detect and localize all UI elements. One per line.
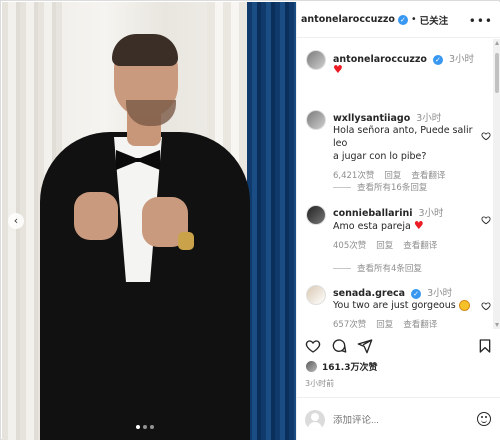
post-sidebar: antonelaroccuzzo ✓ • 已关注 ••• antonelaroc… — [296, 2, 500, 440]
like-heart-icon[interactable] — [481, 215, 491, 225]
verified-icon: ✓ — [397, 14, 408, 25]
caption-avatar[interactable] — [306, 50, 326, 70]
comment-text: Amo esta pareja — [333, 221, 411, 232]
liker-avatar — [305, 360, 318, 373]
comment-text: You two are just gorgeous — [333, 300, 456, 311]
comments-scrollbar[interactable] — [493, 39, 500, 329]
caption-line: antonelaroccuzzo ✓ 3小时 — [333, 51, 474, 65]
heart-eyes-emoji-icon — [458, 300, 470, 311]
caption-username[interactable]: antonelaroccuzzo — [333, 54, 427, 65]
post-header: antonelaroccuzzo ✓ • 已关注 ••• — [297, 2, 500, 38]
comment-likes[interactable]: 405次赞 — [333, 239, 366, 251]
comment-username[interactable]: senada.greca — [333, 288, 405, 299]
comment-text: Hola señora anto, Puede salir leo — [333, 125, 473, 149]
comment-item: wxllysantiiago 3小时 Hola señora anto, Pue… — [333, 110, 483, 181]
view-replies-button[interactable]: 查看所有4条回复 — [333, 262, 422, 274]
bookmark-icon[interactable] — [477, 338, 493, 354]
comment-username[interactable]: wxllysantiiago — [333, 113, 410, 124]
comment-avatar[interactable] — [306, 285, 326, 305]
like-heart-icon[interactable] — [481, 131, 491, 141]
share-icon[interactable] — [357, 338, 373, 354]
post-photo[interactable]: ‹ — [2, 2, 296, 440]
verified-icon: ✓ — [432, 54, 443, 65]
comment-icon[interactable] — [331, 338, 347, 354]
comments-list[interactable]: antonelaroccuzzo ✓ 3小时 ♥ wxllysantiiago … — [297, 39, 493, 329]
replies-divider — [333, 186, 351, 188]
caption-text: ♥ — [333, 63, 343, 76]
comment-username[interactable]: connieballarini — [333, 208, 412, 219]
comment-time: 3小时 — [427, 288, 453, 299]
comment-meta: 657次赞 回复 查看翻译 — [333, 318, 483, 329]
view-replies-button[interactable]: 查看所有16条回复 — [333, 181, 427, 193]
view-replies-label: 查看所有16条回复 — [357, 183, 428, 193]
comment-avatar[interactable] — [306, 205, 326, 225]
comment-text-row: You two are just gorgeous — [333, 299, 483, 312]
reply-button[interactable]: 回复 — [376, 239, 393, 251]
comment-likes[interactable]: 657次赞 — [333, 318, 366, 329]
scrollbar-thumb[interactable] — [495, 53, 499, 93]
left-hand — [74, 192, 118, 240]
add-comment-row — [297, 397, 500, 440]
action-bar — [297, 332, 500, 362]
header-separator: • — [410, 14, 417, 25]
comment-likes[interactable]: 6,421次赞 — [333, 169, 374, 181]
view-replies-label: 查看所有4条回复 — [357, 264, 422, 274]
comment-meta: 6,421次赞 回复 查看翻译 — [333, 169, 483, 181]
translate-button[interactable]: 查看翻译 — [411, 169, 445, 181]
translate-button[interactable]: 查看翻译 — [403, 318, 437, 329]
chevron-left-icon: ‹ — [13, 214, 19, 227]
post-modal: ‹ antonelaroccuzzo ✓ • 已关注 ••• antonelar… — [0, 0, 500, 440]
gold-watch — [178, 232, 194, 250]
comment-text: a jugar con lo pibe? — [333, 151, 427, 162]
comment-avatar[interactable] — [306, 110, 326, 130]
more-options-icon[interactable]: ••• — [469, 14, 493, 28]
comment-time: 3小时 — [416, 113, 442, 124]
likes-summary[interactable]: 161.3万次赞 — [305, 360, 377, 373]
translate-button[interactable]: 查看翻译 — [403, 239, 437, 251]
comment-meta: 405次赞 回复 查看翻译 — [333, 239, 483, 251]
replies-divider — [333, 267, 351, 269]
carousel-dots — [136, 425, 154, 429]
like-heart-icon[interactable] — [481, 301, 491, 311]
comment-item: senada.greca ✓ 3小时 You two are just gorg… — [333, 285, 483, 329]
curtain-right — [247, 2, 296, 440]
comment-text-row: Amo esta pareja ♥ — [333, 219, 483, 233]
following-button[interactable]: 已关注 — [420, 13, 449, 27]
carousel-dot — [150, 425, 154, 429]
carousel-dot — [143, 425, 147, 429]
reply-button[interactable]: 回复 — [384, 169, 401, 181]
comment-time: 3小时 — [418, 208, 444, 219]
post-timestamp: 3小时前 — [305, 379, 335, 388]
scroll-up-arrow-icon[interactable] — [495, 41, 499, 45]
verified-icon: ✓ — [411, 288, 422, 299]
like-icon[interactable] — [305, 338, 321, 354]
hair — [112, 34, 178, 66]
comment-item: connieballarini 3小时 Amo esta pareja ♥ 40… — [333, 205, 483, 251]
user-avatar — [305, 410, 325, 430]
red-heart-emoji-icon: ♥ — [413, 219, 424, 232]
add-comment-input[interactable] — [333, 415, 465, 426]
scroll-down-arrow-icon[interactable] — [495, 323, 499, 327]
header-username[interactable]: antonelaroccuzzo — [301, 14, 395, 25]
reply-button[interactable]: 回复 — [376, 318, 393, 329]
caption-time: 3小时 — [449, 54, 475, 65]
previous-photo-button[interactable]: ‹ — [8, 213, 24, 229]
carousel-dot — [136, 425, 140, 429]
emoji-picker-icon[interactable] — [477, 412, 491, 426]
likes-count[interactable]: 161.3万次赞 — [322, 360, 377, 373]
